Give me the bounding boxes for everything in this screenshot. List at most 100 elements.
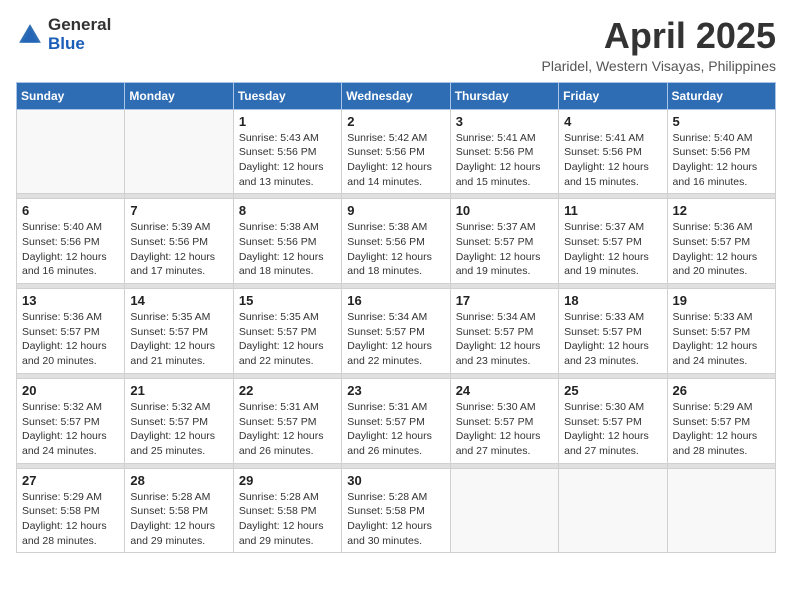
location-subtitle: Plaridel, Western Visayas, Philippines: [542, 58, 777, 74]
day-detail: Sunrise: 5:28 AMSunset: 5:58 PMDaylight:…: [130, 490, 227, 549]
day-detail: Sunrise: 5:34 AMSunset: 5:57 PMDaylight:…: [456, 310, 553, 369]
day-number: 30: [347, 473, 444, 488]
day-number: 4: [564, 114, 661, 129]
day-detail: Sunrise: 5:34 AMSunset: 5:57 PMDaylight:…: [347, 310, 444, 369]
calendar-cell: 8 Sunrise: 5:38 AMSunset: 5:56 PMDayligh…: [233, 199, 341, 284]
calendar-cell: 16 Sunrise: 5:34 AMSunset: 5:57 PMDaylig…: [342, 289, 450, 374]
calendar-cell: 23 Sunrise: 5:31 AMSunset: 5:57 PMDaylig…: [342, 378, 450, 463]
calendar-cell: 1 Sunrise: 5:43 AMSunset: 5:56 PMDayligh…: [233, 109, 341, 194]
day-detail: Sunrise: 5:36 AMSunset: 5:57 PMDaylight:…: [22, 310, 119, 369]
day-detail: Sunrise: 5:32 AMSunset: 5:57 PMDaylight:…: [22, 400, 119, 459]
day-number: 1: [239, 114, 336, 129]
day-detail: Sunrise: 5:30 AMSunset: 5:57 PMDaylight:…: [564, 400, 661, 459]
calendar-cell: 20 Sunrise: 5:32 AMSunset: 5:57 PMDaylig…: [17, 378, 125, 463]
day-detail: Sunrise: 5:29 AMSunset: 5:57 PMDaylight:…: [673, 400, 770, 459]
calendar-week-1: 1 Sunrise: 5:43 AMSunset: 5:56 PMDayligh…: [17, 109, 776, 194]
calendar-cell: 12 Sunrise: 5:36 AMSunset: 5:57 PMDaylig…: [667, 199, 775, 284]
calendar-cell: 2 Sunrise: 5:42 AMSunset: 5:56 PMDayligh…: [342, 109, 450, 194]
calendar-cell: 26 Sunrise: 5:29 AMSunset: 5:57 PMDaylig…: [667, 378, 775, 463]
day-number: 19: [673, 293, 770, 308]
col-friday: Friday: [559, 82, 667, 109]
calendar-week-5: 27 Sunrise: 5:29 AMSunset: 5:58 PMDaylig…: [17, 468, 776, 553]
page-header: General Blue April 2025 Plaridel, Wester…: [16, 16, 776, 74]
calendar-cell: 17 Sunrise: 5:34 AMSunset: 5:57 PMDaylig…: [450, 289, 558, 374]
calendar-cell: [450, 468, 558, 553]
day-detail: Sunrise: 5:31 AMSunset: 5:57 PMDaylight:…: [239, 400, 336, 459]
calendar-cell: 18 Sunrise: 5:33 AMSunset: 5:57 PMDaylig…: [559, 289, 667, 374]
calendar-cell: 28 Sunrise: 5:28 AMSunset: 5:58 PMDaylig…: [125, 468, 233, 553]
calendar-cell: 15 Sunrise: 5:35 AMSunset: 5:57 PMDaylig…: [233, 289, 341, 374]
calendar-cell: 24 Sunrise: 5:30 AMSunset: 5:57 PMDaylig…: [450, 378, 558, 463]
day-number: 21: [130, 383, 227, 398]
day-number: 20: [22, 383, 119, 398]
calendar-cell: 14 Sunrise: 5:35 AMSunset: 5:57 PMDaylig…: [125, 289, 233, 374]
day-number: 15: [239, 293, 336, 308]
calendar-cell: [559, 468, 667, 553]
logo-text-blue: Blue: [48, 35, 111, 54]
day-number: 10: [456, 203, 553, 218]
calendar-week-4: 20 Sunrise: 5:32 AMSunset: 5:57 PMDaylig…: [17, 378, 776, 463]
day-number: 12: [673, 203, 770, 218]
day-detail: Sunrise: 5:32 AMSunset: 5:57 PMDaylight:…: [130, 400, 227, 459]
day-number: 24: [456, 383, 553, 398]
day-detail: Sunrise: 5:41 AMSunset: 5:56 PMDaylight:…: [456, 131, 553, 190]
calendar-cell: 29 Sunrise: 5:28 AMSunset: 5:58 PMDaylig…: [233, 468, 341, 553]
day-number: 2: [347, 114, 444, 129]
calendar-week-3: 13 Sunrise: 5:36 AMSunset: 5:57 PMDaylig…: [17, 289, 776, 374]
day-detail: Sunrise: 5:28 AMSunset: 5:58 PMDaylight:…: [239, 490, 336, 549]
calendar-cell: 30 Sunrise: 5:28 AMSunset: 5:58 PMDaylig…: [342, 468, 450, 553]
col-tuesday: Tuesday: [233, 82, 341, 109]
logo-text-general: General: [48, 16, 111, 35]
day-detail: Sunrise: 5:41 AMSunset: 5:56 PMDaylight:…: [564, 131, 661, 190]
day-number: 26: [673, 383, 770, 398]
calendar-table: Sunday Monday Tuesday Wednesday Thursday…: [16, 82, 776, 554]
calendar-cell: 11 Sunrise: 5:37 AMSunset: 5:57 PMDaylig…: [559, 199, 667, 284]
day-detail: Sunrise: 5:31 AMSunset: 5:57 PMDaylight:…: [347, 400, 444, 459]
calendar-cell: 22 Sunrise: 5:31 AMSunset: 5:57 PMDaylig…: [233, 378, 341, 463]
day-number: 18: [564, 293, 661, 308]
month-title: April 2025: [542, 16, 777, 56]
calendar-cell: 27 Sunrise: 5:29 AMSunset: 5:58 PMDaylig…: [17, 468, 125, 553]
day-detail: Sunrise: 5:42 AMSunset: 5:56 PMDaylight:…: [347, 131, 444, 190]
title-block: April 2025 Plaridel, Western Visayas, Ph…: [542, 16, 777, 74]
day-detail: Sunrise: 5:28 AMSunset: 5:58 PMDaylight:…: [347, 490, 444, 549]
day-number: 17: [456, 293, 553, 308]
day-number: 9: [347, 203, 444, 218]
day-detail: Sunrise: 5:39 AMSunset: 5:56 PMDaylight:…: [130, 220, 227, 279]
calendar-cell: 3 Sunrise: 5:41 AMSunset: 5:56 PMDayligh…: [450, 109, 558, 194]
calendar-week-2: 6 Sunrise: 5:40 AMSunset: 5:56 PMDayligh…: [17, 199, 776, 284]
day-number: 3: [456, 114, 553, 129]
col-monday: Monday: [125, 82, 233, 109]
calendar-cell: 10 Sunrise: 5:37 AMSunset: 5:57 PMDaylig…: [450, 199, 558, 284]
calendar-cell: 13 Sunrise: 5:36 AMSunset: 5:57 PMDaylig…: [17, 289, 125, 374]
calendar-cell: [667, 468, 775, 553]
day-number: 22: [239, 383, 336, 398]
day-detail: Sunrise: 5:38 AMSunset: 5:56 PMDaylight:…: [347, 220, 444, 279]
day-detail: Sunrise: 5:36 AMSunset: 5:57 PMDaylight:…: [673, 220, 770, 279]
col-wednesday: Wednesday: [342, 82, 450, 109]
calendar-cell: [125, 109, 233, 194]
calendar-cell: 4 Sunrise: 5:41 AMSunset: 5:56 PMDayligh…: [559, 109, 667, 194]
logo: General Blue: [16, 16, 111, 53]
calendar-cell: 7 Sunrise: 5:39 AMSunset: 5:56 PMDayligh…: [125, 199, 233, 284]
day-detail: Sunrise: 5:35 AMSunset: 5:57 PMDaylight:…: [130, 310, 227, 369]
day-number: 23: [347, 383, 444, 398]
day-detail: Sunrise: 5:37 AMSunset: 5:57 PMDaylight:…: [564, 220, 661, 279]
col-thursday: Thursday: [450, 82, 558, 109]
day-number: 7: [130, 203, 227, 218]
day-number: 14: [130, 293, 227, 308]
day-detail: Sunrise: 5:33 AMSunset: 5:57 PMDaylight:…: [673, 310, 770, 369]
calendar-header-row: Sunday Monday Tuesday Wednesday Thursday…: [17, 82, 776, 109]
day-number: 13: [22, 293, 119, 308]
day-detail: Sunrise: 5:38 AMSunset: 5:56 PMDaylight:…: [239, 220, 336, 279]
day-number: 28: [130, 473, 227, 488]
calendar-cell: 25 Sunrise: 5:30 AMSunset: 5:57 PMDaylig…: [559, 378, 667, 463]
day-number: 8: [239, 203, 336, 218]
day-detail: Sunrise: 5:30 AMSunset: 5:57 PMDaylight:…: [456, 400, 553, 459]
day-number: 29: [239, 473, 336, 488]
day-detail: Sunrise: 5:40 AMSunset: 5:56 PMDaylight:…: [673, 131, 770, 190]
day-number: 6: [22, 203, 119, 218]
day-number: 11: [564, 203, 661, 218]
logo-icon: [16, 21, 44, 49]
day-detail: Sunrise: 5:29 AMSunset: 5:58 PMDaylight:…: [22, 490, 119, 549]
